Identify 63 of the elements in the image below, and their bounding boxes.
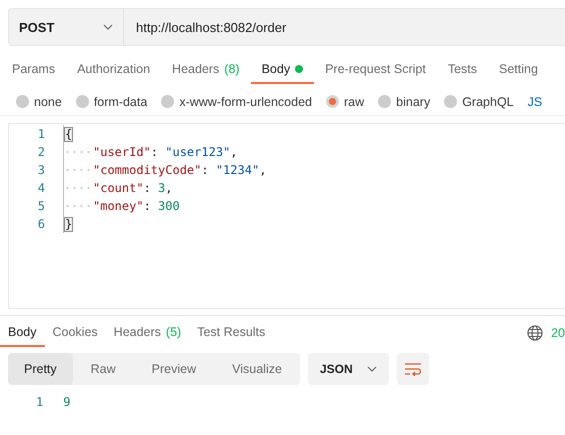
body-type-option[interactable]: form-data <box>76 94 148 108</box>
view-tab[interactable]: Preview <box>134 353 214 385</box>
request-tab[interactable]: Pre-request Script <box>314 54 437 84</box>
body-type-option[interactable]: binary <box>378 94 430 108</box>
code-token: : <box>144 199 152 213</box>
code-token: 300 <box>158 199 180 213</box>
line-number: 4 <box>36 181 45 195</box>
request-tab[interactable]: Params <box>0 54 66 84</box>
code-token: , <box>165 181 172 195</box>
wrap-lines-icon <box>404 362 422 376</box>
code-token: "user123" <box>165 145 230 159</box>
line-number: 2 <box>36 145 45 159</box>
code-token: : <box>144 181 152 195</box>
format-dropdown[interactable]: JSON <box>308 353 389 385</box>
line-number: 6 <box>36 217 45 231</box>
line-number: 1 <box>36 395 44 409</box>
response-value: 9 <box>63 395 70 409</box>
radio-button[interactable] <box>326 95 339 108</box>
code-token: : <box>201 163 210 177</box>
line-number: 5 <box>36 199 45 213</box>
radio-button[interactable] <box>444 95 458 108</box>
request-tab[interactable]: Tests <box>436 54 488 84</box>
response-tab[interactable]: Body <box>0 319 44 347</box>
code-editor[interactable]: 1 { 2 "userId": "user123", 3 "commodityCode": "1234", 4 "count": 3, 5 "money": 300 6 } <box>8 123 565 309</box>
response-tab[interactable]: Headers (5) <box>106 319 190 347</box>
radio-button[interactable] <box>76 95 89 108</box>
view-tab[interactable]: Visualize <box>214 353 300 385</box>
code-token: "count" <box>93 181 144 195</box>
url-field[interactable]: http://localhost:8082/order <box>124 8 565 46</box>
code-token: , <box>259 163 266 177</box>
body-type-option[interactable]: raw <box>326 94 364 108</box>
body-type-option[interactable]: GraphQL <box>444 94 514 108</box>
line-number: 1 <box>36 127 45 141</box>
view-tab[interactable]: Raw <box>72 353 134 385</box>
response-tab[interactable]: Test Results <box>189 319 274 347</box>
line-number: 3 <box>36 163 45 177</box>
code-token: 3 <box>158 181 166 195</box>
code-token: "money" <box>93 199 144 213</box>
code-token: "commodityCode" <box>93 163 202 177</box>
request-tab[interactable]: Body <box>250 54 314 84</box>
method-dropdown[interactable]: POST <box>8 8 124 46</box>
view-tab[interactable]: Pretty <box>8 353 73 385</box>
code-token: , <box>230 145 238 159</box>
request-tab[interactable]: Authorization <box>66 54 162 84</box>
format-link[interactable]: JS <box>528 94 542 108</box>
status-code: 20 <box>551 326 565 340</box>
wrap-lines-button[interactable] <box>396 353 429 385</box>
code-token: "userId" <box>93 145 151 159</box>
globe-icon <box>527 325 544 341</box>
body-type-option[interactable]: none <box>16 94 62 108</box>
code-token: : <box>150 145 160 159</box>
response-tab[interactable]: Cookies <box>44 319 106 347</box>
radio-button[interactable] <box>16 95 29 108</box>
chevron-down-icon <box>103 24 113 30</box>
radio-button[interactable] <box>161 95 174 108</box>
chevron-down-icon <box>366 366 377 372</box>
code-token: { <box>64 126 74 142</box>
code-token: } <box>64 216 74 232</box>
request-tab[interactable]: Setting <box>488 54 549 84</box>
code-token: "1234" <box>216 163 260 177</box>
body-type-option[interactable]: x-www-form-urlencoded <box>161 94 312 108</box>
request-tab[interactable]: Headers (8) <box>161 54 251 84</box>
radio-button[interactable] <box>378 95 392 108</box>
